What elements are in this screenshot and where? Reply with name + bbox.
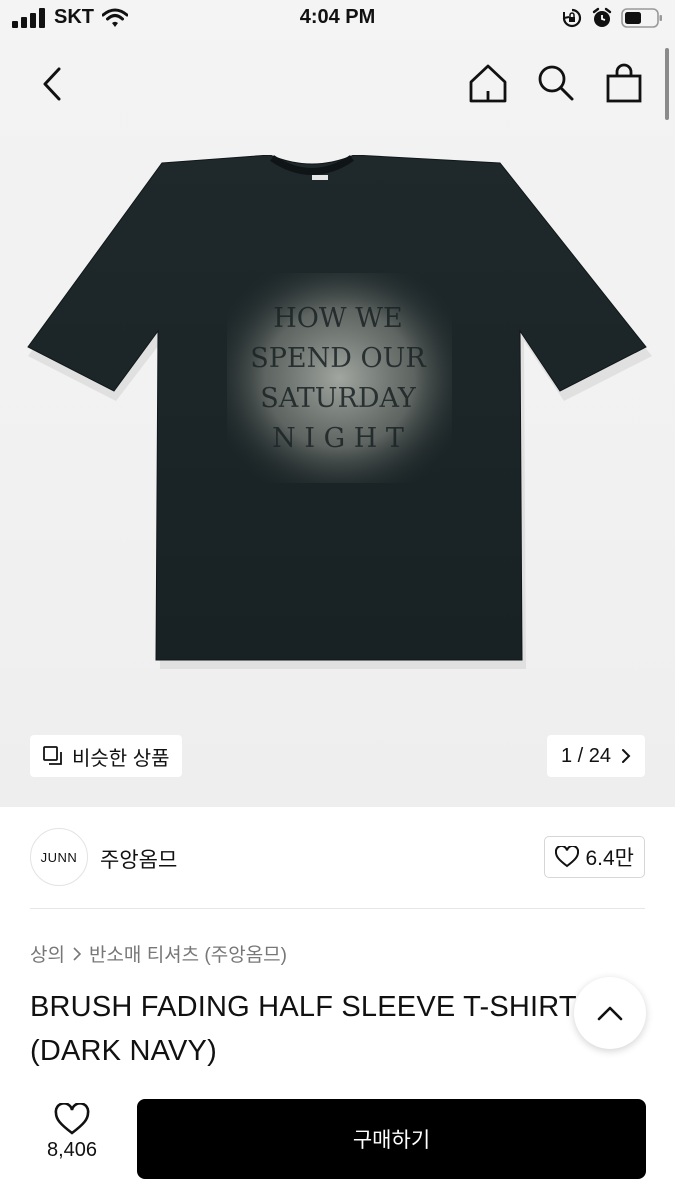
home-icon <box>469 64 507 103</box>
alarm-icon <box>592 7 612 27</box>
similar-products-label: 비슷한 상품 <box>72 747 170 770</box>
heart-icon <box>54 1103 90 1135</box>
breadcrumb-subcategory[interactable]: 반소매 티셔츠 (주앙옴므) <box>89 940 287 967</box>
similar-products-button[interactable]: 비슷한 상품 <box>30 735 182 777</box>
scroll-to-top-button[interactable] <box>574 977 646 1049</box>
chevron-right-icon <box>622 749 631 763</box>
chevron-right-icon <box>73 946 81 961</box>
chevron-up-icon <box>597 1006 623 1021</box>
product-image: HOW WE SPEND OUR SATURDAY N I G H T <box>22 154 652 675</box>
breadcrumb: 상의 반소매 티셔츠 (주앙옴므) <box>30 940 287 967</box>
print-line-4: N I G H T <box>272 423 404 454</box>
seller-like-button[interactable]: 6.4만 <box>544 836 645 878</box>
heart-icon <box>555 846 580 868</box>
tshirt-image: HOW WE SPEND OUR SATURDAY N I G H T <box>27 154 652 669</box>
image-pager[interactable]: 1 / 24 <box>546 735 645 777</box>
buy-button[interactable]: 구매하기 <box>137 1099 646 1179</box>
scrollbar <box>665 48 669 120</box>
wishlist-button[interactable]: 8,406 <box>32 1103 112 1162</box>
product-title: BRUSH FADING HALF SLEEVE T-SHIRTS (DARK … <box>30 991 597 1067</box>
shopping-bag-icon <box>606 63 642 103</box>
product-image-gallery[interactable]: HOW WE SPEND OUR SATURDAY N I G H T 비슷한 … <box>0 40 675 807</box>
seller-logo[interactable]: JUNN <box>30 828 88 886</box>
battery-icon <box>621 8 662 28</box>
print-line-1: HOW WE <box>273 303 402 334</box>
header-actions <box>467 60 645 106</box>
bottom-action-bar: 8,406 구매하기 <box>0 1085 675 1200</box>
pager-label: 1 / 24 <box>560 744 611 767</box>
status-right <box>561 7 663 29</box>
search-icon <box>538 65 574 101</box>
rotation-lock-icon <box>562 8 582 28</box>
seller-logo-text: JUNN <box>40 849 78 865</box>
search-button[interactable] <box>535 60 577 106</box>
seller-row: JUNN 주앙옴므 6.4만 <box>30 828 645 888</box>
status-bar: SKT 4:04 PM <box>0 0 675 40</box>
back-button[interactable] <box>32 62 72 106</box>
wishlist-count: 8,406 <box>46 1139 98 1161</box>
copy-icon <box>43 746 62 765</box>
seller-name[interactable]: 주앙옴므 <box>100 844 177 874</box>
print-line-3: SATURDAY <box>260 383 417 414</box>
breadcrumb-category[interactable]: 상의 <box>30 940 65 967</box>
buy-button-label: 구매하기 <box>352 1129 431 1152</box>
cart-button[interactable] <box>603 60 645 106</box>
seller-like-count: 6.4만 <box>585 847 634 870</box>
print-line-2: SPEND OUR <box>250 343 426 374</box>
divider <box>30 908 645 909</box>
chevron-left-icon <box>43 67 61 101</box>
home-button[interactable] <box>467 60 509 106</box>
